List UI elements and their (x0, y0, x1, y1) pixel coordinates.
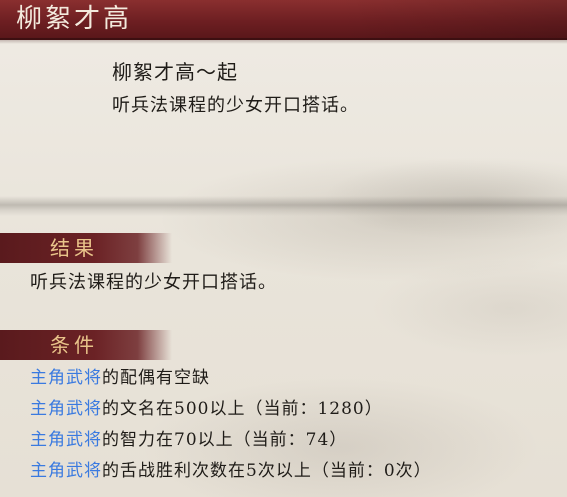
event-description: 听兵法课程的少女开口搭话。 (112, 95, 359, 116)
condition-text: 的配偶有空缺 (102, 368, 210, 388)
condition-text: 的智力在70以上（当前：74） (102, 430, 348, 450)
conditions-header-label: 条件 (50, 333, 98, 357)
event-panel: 柳絮才高 柳絮才高～起 听兵法课程的少女开口搭话。 结果 听兵法课程的少女开口搭… (0, 0, 567, 497)
result-section-header: 结果 (0, 233, 172, 263)
condition-item: 主角武将的配偶有空缺 (30, 364, 432, 395)
condition-text: 的文名在500以上（当前：1280） (102, 399, 383, 419)
divider-band (0, 196, 567, 216)
protagonist-link[interactable]: 主角武将 (30, 368, 102, 388)
condition-item: 主角武将的文名在500以上（当前：1280） (30, 395, 432, 426)
conditions-list: 主角武将的配偶有空缺 主角武将的文名在500以上（当前：1280） 主角武将的智… (30, 364, 432, 488)
condition-text: 的舌战胜利次数在5次以上（当前：0次） (102, 461, 432, 481)
event-title: 柳絮才高～起 (112, 60, 238, 84)
result-text: 听兵法课程的少女开口搭话。 (30, 272, 277, 293)
conditions-section-header: 条件 (0, 330, 172, 360)
protagonist-link[interactable]: 主角武将 (30, 399, 102, 419)
condition-item: 主角武将的舌战胜利次数在5次以上（当前：0次） (30, 457, 432, 488)
protagonist-link[interactable]: 主角武将 (30, 461, 102, 481)
window-title: 柳絮才高 (16, 4, 133, 34)
title-bar: 柳絮才高 (0, 0, 567, 44)
condition-item: 主角武将的智力在70以上（当前：74） (30, 426, 432, 457)
result-header-label: 结果 (50, 236, 98, 260)
protagonist-link[interactable]: 主角武将 (30, 430, 102, 450)
